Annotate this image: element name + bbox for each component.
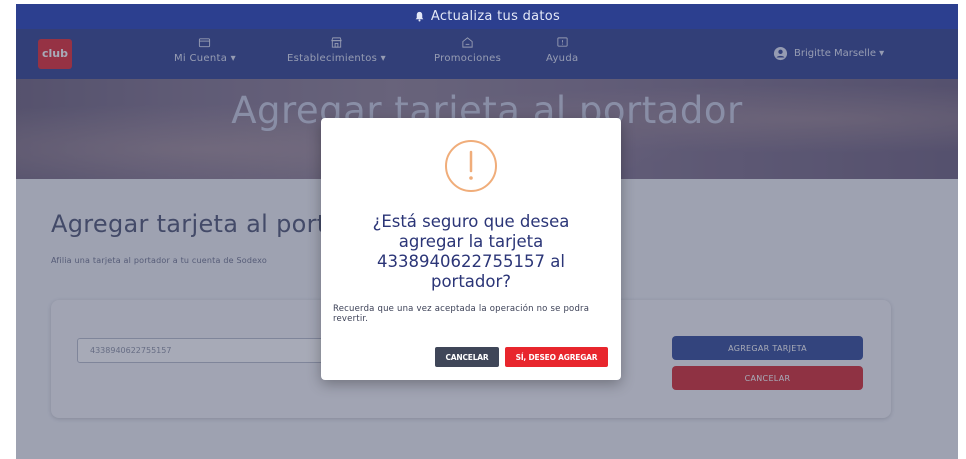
warning-icon	[445, 140, 497, 192]
confirm-dialog: ¿Está seguro que desea agregar la tarjet…	[321, 118, 621, 380]
dialog-question: ¿Está seguro que desea agregar la tarjet…	[372, 212, 570, 291]
bell-icon	[415, 11, 424, 22]
dialog-note: Recuerda que una vez aceptada la operaci…	[333, 304, 590, 324]
update-data-label: Actualiza tus datos	[430, 9, 561, 24]
dialog-confirm-button[interactable]: SÍ, DESEO AGREGAR	[505, 347, 608, 367]
dialog-cancel-button[interactable]: CANCELAR	[435, 347, 499, 367]
update-data-banner[interactable]: Actualiza tus datos	[16, 4, 958, 29]
app-frame: Actualiza tus datos club Mi Cuenta ▾ Est…	[16, 4, 958, 459]
